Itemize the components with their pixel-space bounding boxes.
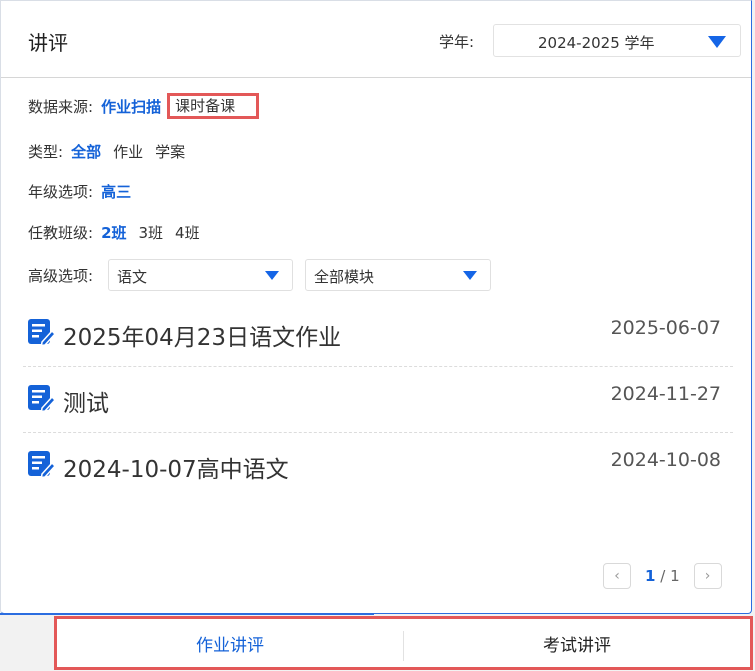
filter-advanced: 高级选项:: [28, 263, 101, 287]
item-date: 2024-11-27: [610, 383, 721, 405]
item-title: 测试: [63, 391, 109, 417]
item-date: 2024-10-08: [610, 449, 721, 471]
filter-classes: 任教班级: 2班 3班 4班: [28, 220, 212, 244]
class-option-3[interactable]: 3班: [139, 222, 164, 243]
total-pages: 1: [670, 567, 680, 585]
class-option-2[interactable]: 2班: [101, 222, 126, 243]
module-select-value: 全部模块: [314, 268, 375, 286]
source-option-lesson-prep[interactable]: 课时备课: [167, 93, 260, 119]
source-option-homework-scan[interactable]: 作业扫描: [101, 96, 161, 117]
subject-select-value: 语文: [117, 268, 148, 286]
filter-type: 类型: 全部 作业 学案: [28, 139, 197, 163]
filter-label: 年级选项:: [28, 182, 94, 201]
type-option-study-plan[interactable]: 学案: [155, 141, 185, 162]
type-option-all[interactable]: 全部: [71, 141, 101, 162]
item-title: 2025年04月23日语文作业: [63, 325, 342, 351]
list-item[interactable]: 2024-10-07高中语文 2024-10-08: [23, 433, 733, 499]
active-tab-indicator: [0, 613, 374, 615]
chevron-left-icon: ‹: [614, 568, 620, 584]
next-page-button[interactable]: ›: [693, 563, 722, 589]
list-item[interactable]: 2025年04月23日语文作业 2025-06-07: [23, 301, 733, 367]
filter-label: 任教班级:: [28, 223, 94, 242]
year-label: 学年:: [439, 33, 475, 51]
bottom-tabs: 作业讲评 考试讲评: [54, 616, 753, 670]
filter-label: 类型:: [28, 142, 64, 161]
year-select-value: 2024-2025 学年: [538, 34, 655, 52]
chevron-down-icon: [708, 36, 726, 48]
item-date: 2025-06-07: [610, 317, 721, 339]
panel-header: 讲评 学年: 2024-2025 学年: [1, 1, 751, 78]
page-indicator: 1 / 1: [645, 567, 680, 585]
review-panel: 讲评 学年: 2024-2025 学年 数据来源: 作业扫描 课时备课 类型: …: [0, 0, 752, 614]
filter-grade: 年级选项: 高三: [28, 179, 143, 203]
filter-source: 数据来源: 作业扫描 课时备课: [28, 93, 271, 119]
pagination: ‹ 1 / 1 ›: [603, 562, 722, 590]
module-select[interactable]: 全部模块: [305, 259, 491, 291]
year-select[interactable]: 2024-2025 学年: [493, 24, 741, 57]
chevron-down-icon: [463, 271, 477, 280]
filter-label: 数据来源:: [28, 97, 94, 116]
page-separator: /: [660, 567, 666, 585]
chevron-down-icon: [265, 271, 279, 280]
subject-select[interactable]: 语文: [108, 259, 293, 291]
prev-page-button[interactable]: ‹: [603, 563, 631, 589]
tab-exam-review[interactable]: 考试讲评: [404, 619, 750, 667]
page-title: 讲评: [28, 31, 68, 55]
document-edit-icon: [28, 319, 55, 346]
review-list: 2025年04月23日语文作业 2025-06-07 测试 2024-11-27: [23, 301, 733, 499]
chevron-right-icon: ›: [704, 568, 711, 584]
document-edit-icon: [28, 451, 55, 478]
grade-option-senior3[interactable]: 高三: [101, 181, 131, 202]
current-page: 1: [645, 567, 656, 585]
item-title: 2024-10-07高中语文: [63, 457, 289, 483]
filter-label: 高级选项:: [28, 266, 94, 285]
class-option-4[interactable]: 4班: [175, 222, 200, 243]
type-option-homework[interactable]: 作业: [113, 141, 143, 162]
tab-homework-review[interactable]: 作业讲评: [57, 619, 403, 667]
list-item[interactable]: 测试 2024-11-27: [23, 367, 733, 433]
document-edit-icon: [28, 385, 55, 412]
